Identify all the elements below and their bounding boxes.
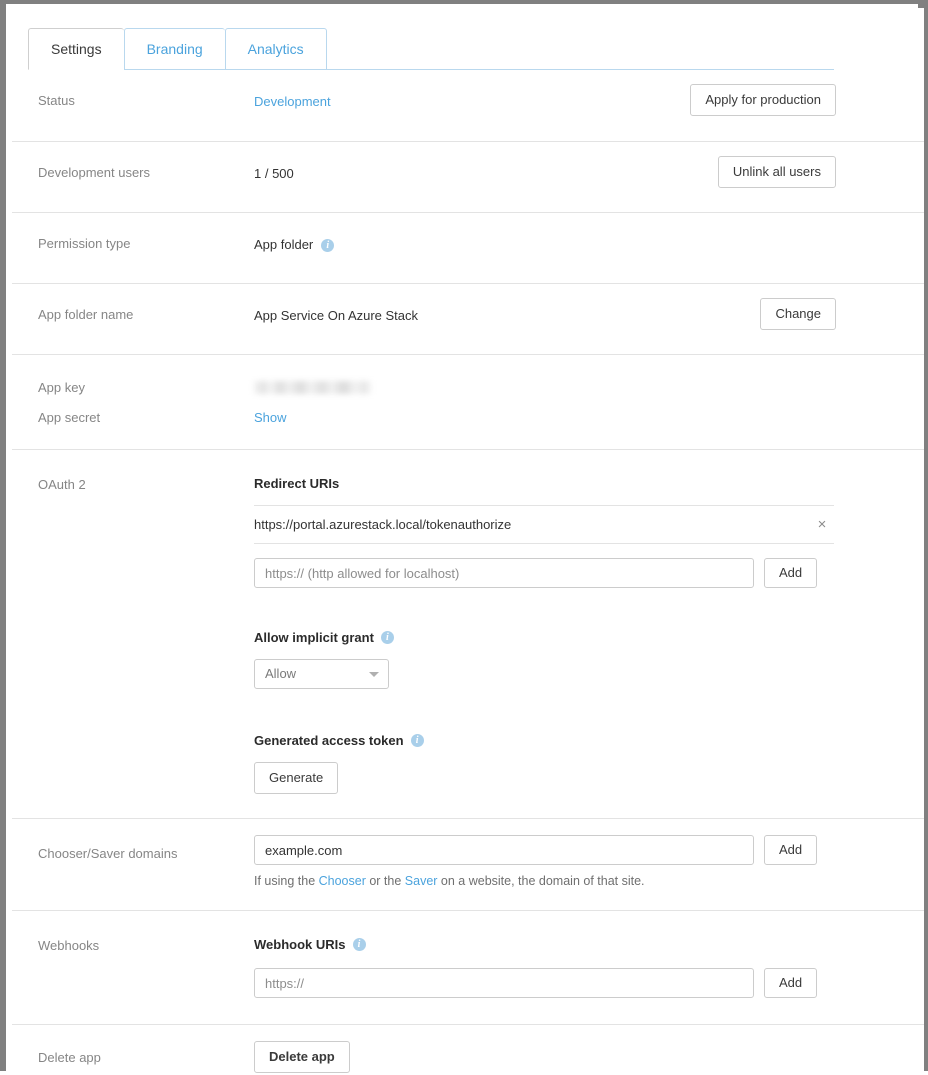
chooser-saver-helper-text: If using the Chooser or the Saver on a w… bbox=[254, 874, 836, 888]
tab-branding[interactable]: Branding bbox=[124, 28, 225, 70]
permission-type-value: App folder bbox=[254, 235, 313, 255]
generated-access-token-title: Generated access token bbox=[254, 733, 404, 748]
show-secret-link[interactable]: Show bbox=[254, 410, 287, 425]
row-status: Status Development Apply for production bbox=[12, 70, 924, 141]
redirect-uri-text: https://portal.azurestack.local/tokenaut… bbox=[254, 517, 511, 532]
app-secret-value: Show bbox=[254, 403, 836, 433]
tab-analytics[interactable]: Analytics bbox=[225, 28, 327, 70]
webhook-add-row: Add bbox=[254, 968, 836, 998]
webhook-uri-input[interactable] bbox=[254, 968, 754, 998]
app-key-blurred-value bbox=[254, 381, 372, 394]
delete-app-button[interactable]: Delete app bbox=[254, 1041, 350, 1073]
change-button[interactable]: Change bbox=[760, 298, 836, 330]
info-icon[interactable]: i bbox=[411, 734, 424, 747]
chooser-saver-add-button[interactable]: Add bbox=[764, 835, 817, 865]
row-chooser-saver-domains: Chooser/Saver domains Add If using the C… bbox=[12, 818, 924, 910]
row-permission-type-label: Permission type bbox=[38, 213, 254, 252]
helper-suffix: on a website, the domain of that site. bbox=[437, 874, 644, 888]
row-webhooks-label: Webhooks bbox=[38, 911, 254, 954]
window-frame: Settings Branding Analytics Status Devel… bbox=[0, 0, 928, 1071]
chooser-link[interactable]: Chooser bbox=[319, 874, 366, 888]
change-folder-action: Change bbox=[760, 298, 836, 330]
permission-type-value-wrap: App folder i bbox=[254, 229, 836, 255]
redirect-uri-input[interactable] bbox=[254, 558, 754, 588]
row-app-folder-name: App folder name App Service On Azure Sta… bbox=[12, 283, 924, 354]
row-app-key-secret: App key App secret Show bbox=[12, 354, 924, 449]
row-oauth2-label: OAuth 2 bbox=[38, 450, 254, 493]
tab-list: Settings Branding Analytics bbox=[28, 28, 327, 70]
info-icon[interactable]: i bbox=[353, 938, 366, 951]
chooser-saver-input-row: Add bbox=[254, 835, 836, 865]
chooser-saver-domain-input[interactable] bbox=[254, 835, 754, 865]
redirect-uris-heading: Redirect URIs bbox=[254, 470, 836, 491]
apply-for-production-action: Apply for production bbox=[690, 84, 836, 116]
apply-for-production-button[interactable]: Apply for production bbox=[690, 84, 836, 116]
row-development-users-label: Development users bbox=[38, 142, 254, 181]
allow-implicit-grant-title: Allow implicit grant bbox=[254, 630, 374, 645]
row-app-key-secret-labels: App key App secret bbox=[38, 355, 254, 433]
redirect-uri-add-row: Add bbox=[254, 558, 836, 588]
helper-mid: or the bbox=[366, 874, 405, 888]
webhook-add-button[interactable]: Add bbox=[764, 968, 817, 998]
redirect-uri-item: https://portal.azurestack.local/tokenaut… bbox=[254, 505, 834, 544]
row-delete-app: Delete app Delete app bbox=[12, 1024, 924, 1075]
generate-token-action: Generate bbox=[254, 762, 836, 794]
allow-implicit-grant-select-wrap: Allow bbox=[254, 659, 389, 689]
row-app-key-label: App key bbox=[38, 373, 254, 403]
tab-settings-label: Settings bbox=[51, 41, 102, 57]
row-delete-app-label: Delete app bbox=[38, 1025, 254, 1066]
redirect-uri-add-button[interactable]: Add bbox=[764, 558, 817, 588]
saver-link[interactable]: Saver bbox=[405, 874, 438, 888]
row-status-label: Status bbox=[38, 70, 254, 109]
row-app-folder-name-label: App folder name bbox=[38, 284, 254, 323]
row-development-users: Development users 1 / 500 Unlink all use… bbox=[12, 141, 924, 212]
row-chooser-saver-label: Chooser/Saver domains bbox=[38, 819, 254, 862]
info-icon[interactable]: i bbox=[321, 239, 334, 252]
unlink-all-users-action: Unlink all users bbox=[718, 156, 836, 188]
allow-implicit-grant-select[interactable]: Allow bbox=[254, 659, 389, 689]
app-settings-page: Settings Branding Analytics Status Devel… bbox=[12, 8, 924, 1075]
app-folder-name-value: App Service On Azure Stack bbox=[254, 300, 836, 326]
status-value-link[interactable]: Development bbox=[254, 94, 331, 109]
app-key-value-redacted bbox=[254, 373, 836, 403]
row-permission-type: Permission type App folder i bbox=[12, 212, 924, 283]
row-webhooks: Webhooks Webhook URIs i Add bbox=[12, 910, 924, 1024]
tab-analytics-label: Analytics bbox=[248, 41, 304, 57]
redirect-uri-list: https://portal.azurestack.local/tokenaut… bbox=[254, 505, 836, 544]
unlink-all-users-button[interactable]: Unlink all users bbox=[718, 156, 836, 188]
redirect-uris-title: Redirect URIs bbox=[254, 476, 339, 491]
tab-branding-label: Branding bbox=[147, 41, 203, 57]
row-oauth2: OAuth 2 Redirect URIs https://portal.azu… bbox=[12, 449, 924, 818]
info-icon[interactable]: i bbox=[381, 631, 394, 644]
settings-content: Status Development Apply for production … bbox=[12, 70, 924, 1075]
row-app-secret-label: App secret bbox=[38, 403, 254, 433]
webhook-uris-title: Webhook URIs bbox=[254, 937, 346, 952]
helper-prefix: If using the bbox=[254, 874, 319, 888]
allow-implicit-grant-heading: Allow implicit grant i bbox=[254, 610, 836, 645]
webhook-uris-heading: Webhook URIs i bbox=[254, 931, 836, 952]
close-icon[interactable]: × bbox=[814, 517, 830, 533]
tab-settings[interactable]: Settings bbox=[28, 28, 124, 70]
generate-button[interactable]: Generate bbox=[254, 762, 338, 794]
generated-access-token-heading: Generated access token i bbox=[254, 711, 836, 748]
tab-strip: Settings Branding Analytics bbox=[12, 18, 924, 70]
